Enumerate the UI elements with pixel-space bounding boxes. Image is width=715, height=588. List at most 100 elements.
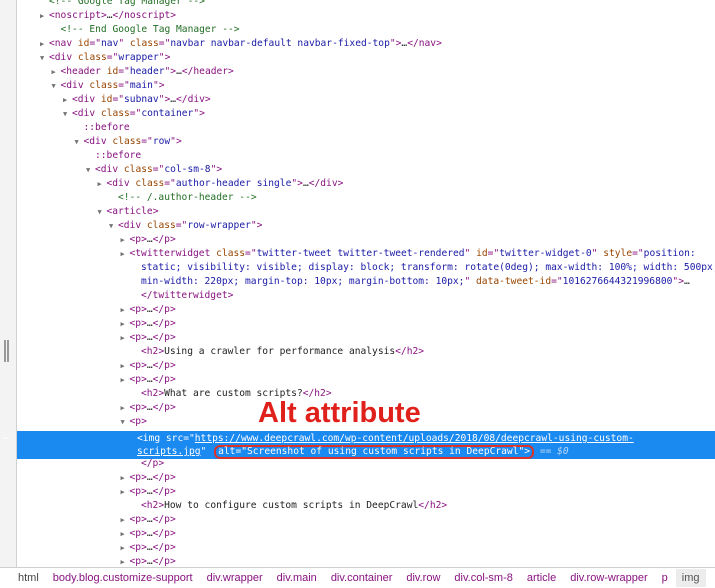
dom-node-line[interactable]: ▼ <div class="main"> (17, 79, 715, 93)
attr-value: 1016276644321996800 (562, 276, 673, 287)
src-attr-link[interactable]: https://www.deepcrawl.com/wp-content/upl… (195, 433, 634, 444)
dom-node-line[interactable]: ▶ <noscript>…</noscript> (17, 9, 715, 23)
node-actions-ellipsis-icon[interactable]: … (3, 431, 9, 443)
dom-node-line[interactable]: ▶ <p>…</p> (17, 513, 715, 527)
collapse-triangle-icon[interactable]: ▼ (121, 415, 130, 429)
breadcrumb-item[interactable]: div.main (277, 572, 317, 584)
dom-node-line[interactable]: ▶ <p>…</p> (17, 303, 715, 317)
selected-node-line-1: <img src="https://www.deepcrawl.com/wp-c… (137, 433, 634, 444)
dom-node-line[interactable]: </p> (17, 457, 715, 471)
close-tag: </p> (152, 514, 176, 525)
dom-node-line[interactable]: </twitterwidget> (17, 289, 715, 303)
close-tag: </div> (308, 178, 344, 189)
dom-node-line[interactable]: ▼ <div class="col-sm-8"> (17, 163, 715, 177)
dom-node-line[interactable]: ▼ <div class="row"> (17, 135, 715, 149)
dom-node-line[interactable]: <!-- Google Tag Manager --> (17, 0, 715, 9)
expand-triangle-icon[interactable]: ▶ (40, 37, 49, 51)
dom-node-line[interactable]: ▶ <p>…</p> (17, 373, 715, 387)
attr-quote: =" (158, 38, 171, 49)
breadcrumb-item[interactable]: img (675, 569, 706, 587)
dom-node-line[interactable]: static; visibility: visible; display: bl… (17, 261, 715, 275)
close-tag: </p> (152, 528, 176, 539)
dom-node-line[interactable]: ▶ <p>…</p> (17, 317, 715, 331)
dom-node-line[interactable]: ▶ <twitterwidget class="twitter-tweet twi… (17, 247, 715, 261)
attr-name: id (106, 66, 119, 77)
expand-triangle-icon[interactable]: ▶ (121, 373, 130, 387)
expand-triangle-icon[interactable]: ▶ (40, 9, 49, 23)
expand-triangle-icon[interactable]: ▶ (98, 177, 107, 191)
dom-node-line[interactable]: ▶ <p>…</p> (17, 233, 715, 247)
dom-node-line[interactable]: <h2>Using a crawler for performance anal… (17, 345, 715, 359)
breadcrumb-item[interactable]: p (662, 572, 668, 584)
element-text: Using a crawler for performance analysis (164, 346, 396, 357)
dom-node-line[interactable]: <!-- /.author-header --> (17, 191, 715, 205)
dom-node-line[interactable]: ::before (17, 149, 715, 163)
breadcrumb-item[interactable]: div.row-wrapper (570, 572, 647, 584)
collapse-triangle-icon[interactable]: ▼ (98, 205, 107, 219)
collapse-triangle-icon[interactable]: ▼ (52, 79, 61, 93)
dom-node-line[interactable]: ▶ <p>…</p> (17, 471, 715, 485)
tag-name: <p (129, 374, 142, 385)
tag-bracket: > (175, 136, 182, 147)
tag-name: <p (129, 318, 142, 329)
attr-name: id (476, 248, 488, 259)
expand-triangle-icon[interactable]: ▶ (121, 541, 130, 555)
collapse-triangle-icon[interactable]: ▼ (63, 107, 72, 121)
collapse-triangle-icon[interactable]: ▼ (109, 219, 118, 233)
expand-triangle-icon[interactable]: ▶ (121, 485, 130, 499)
dom-node-line[interactable]: min-width: 220px; margin-top: 10px; marg… (17, 275, 715, 289)
expand-triangle-icon[interactable]: ▶ (121, 359, 130, 373)
console-ref: == $0 (539, 446, 569, 457)
collapse-triangle-icon[interactable]: ▼ (86, 163, 95, 177)
tag-name: <p (129, 304, 142, 315)
resize-grip-icon[interactable] (4, 340, 9, 362)
src-attr-link-cont[interactable]: scripts.jpg (137, 446, 201, 457)
expand-triangle-icon[interactable]: ▶ (121, 471, 130, 485)
breadcrumb-item[interactable]: body.blog.customize-support (53, 572, 193, 584)
expand-triangle-icon[interactable]: ▶ (121, 401, 130, 415)
dom-node-line[interactable]: ▶ <p>…</p> (17, 485, 715, 499)
breadcrumb-item[interactable]: div.wrapper (207, 572, 263, 584)
left-gutter (0, 0, 17, 568)
attr-quote: " (464, 248, 471, 259)
expand-triangle-icon[interactable]: ▶ (121, 233, 130, 247)
tag-name: <div (49, 52, 73, 63)
dom-node-line[interactable]: ▼ <article> (17, 205, 715, 219)
tag-name: <div (118, 220, 142, 231)
close-tag: </p> (152, 318, 176, 329)
expand-triangle-icon[interactable]: ▶ (121, 317, 130, 331)
dom-node-line[interactable]: ▶ <div id="subnav">…</div> (17, 93, 715, 107)
selected-dom-node[interactable]: … <img src="https://www.deepcrawl.com/wp… (3, 431, 715, 459)
close-tag: </p> (141, 458, 165, 469)
dom-node-line[interactable]: ▶ <p>…</p> (17, 527, 715, 541)
dom-node-line[interactable]: ▶ <nav id="nav" class="navbar navbar-defa… (17, 37, 715, 51)
expand-triangle-icon[interactable]: ▶ (121, 331, 130, 345)
attr-quote: =" (245, 248, 257, 259)
collapse-triangle-icon[interactable]: ▼ (40, 51, 49, 65)
expand-triangle-icon[interactable]: ▶ (121, 527, 130, 541)
expand-triangle-icon[interactable]: ▶ (121, 303, 130, 317)
breadcrumb-item[interactable]: div.col-sm-8 (454, 572, 512, 584)
dom-node-line[interactable]: ▶ <p>…</p> (17, 331, 715, 345)
close-tag: </p> (152, 360, 176, 371)
breadcrumb-item[interactable]: article (527, 572, 556, 584)
dom-node-line[interactable]: ▼ <div class="wrapper"> (17, 51, 715, 65)
dom-node-line[interactable]: <!-- End Google Tag Manager --> (17, 23, 715, 37)
dom-node-line[interactable]: ▶ <p>…</p> (17, 541, 715, 555)
expand-triangle-icon[interactable]: ▶ (121, 247, 130, 261)
attr-value: row (152, 136, 171, 147)
breadcrumb-item[interactable]: div.container (331, 572, 393, 584)
breadcrumb-item[interactable]: html (18, 572, 39, 584)
expand-triangle-icon[interactable]: ▶ (121, 513, 130, 527)
dom-node-line[interactable]: ▶ <div class="author-header single">…</di… (17, 177, 715, 191)
expand-triangle-icon[interactable]: ▶ (63, 93, 72, 107)
dom-node-line[interactable]: ::before (17, 121, 715, 135)
dom-node-line[interactable]: ▼ <div class="container"> (17, 107, 715, 121)
dom-node-line[interactable]: ▼ <div class="row-wrapper"> (17, 219, 715, 233)
dom-node-line[interactable]: ▶ <p>…</p> (17, 359, 715, 373)
breadcrumb-item[interactable]: div.row (406, 572, 440, 584)
dom-node-line[interactable]: ▶ <header id="header">…</header> (17, 65, 715, 79)
expand-triangle-icon[interactable]: ▶ (52, 65, 61, 79)
collapse-triangle-icon[interactable]: ▼ (75, 135, 84, 149)
dom-node-line[interactable]: <h2>How to configure custom scripts in D… (17, 499, 715, 513)
